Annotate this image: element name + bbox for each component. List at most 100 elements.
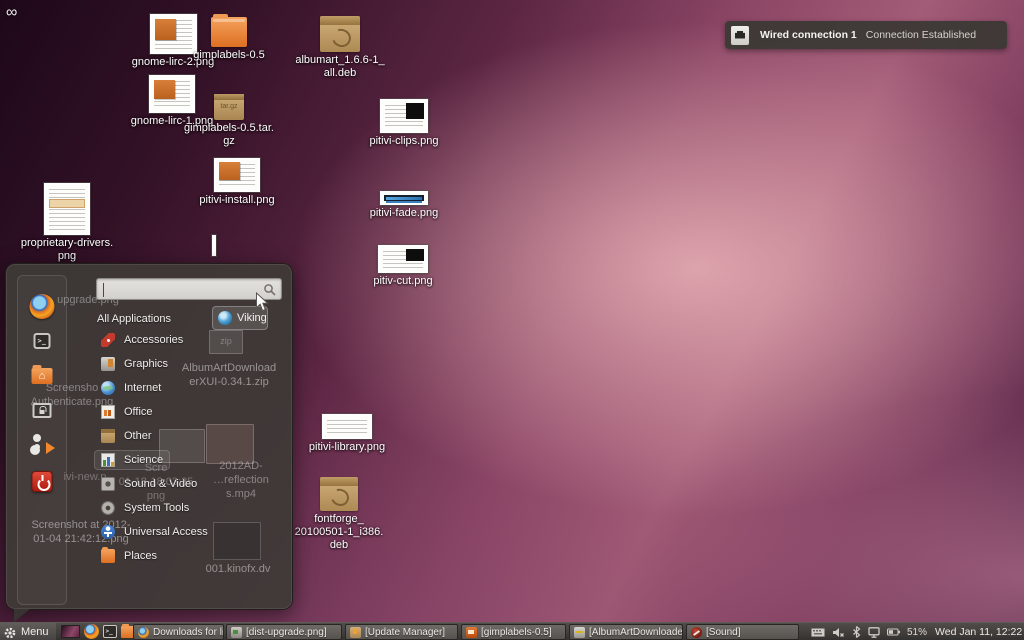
- clock[interactable]: Wed Jan 11, 12:22: [935, 626, 1022, 638]
- image-thumbnail-icon: [322, 414, 372, 439]
- menu-category-internet[interactable]: Internet: [94, 378, 168, 398]
- firefox-launcher[interactable]: [84, 624, 99, 639]
- image-thumbnail-icon: [380, 99, 428, 133]
- menu-category-places[interactable]: Places: [94, 546, 164, 566]
- favorites-column: [17, 275, 67, 605]
- desktop-icon-gimplabels-folder[interactable]: gimplabels-0.5: [179, 17, 279, 62]
- menu-pointer-tail: [14, 609, 30, 622]
- menu-category-science[interactable]: Science: [94, 450, 170, 470]
- terminal-launcher[interactable]: [103, 625, 117, 638]
- desktop-icon-label: gimplabels-0.5.tar. gz: [179, 122, 279, 148]
- battery-icon[interactable]: [887, 628, 900, 636]
- menu-category-other[interactable]: Other: [94, 426, 159, 446]
- network-notification[interactable]: Wired connection 1 Connection Establishe…: [725, 21, 1007, 49]
- viking-globe-icon: [218, 311, 232, 325]
- menu-button[interactable]: Menu: [0, 623, 56, 640]
- desktop-icon-albumart-deb[interactable]: albumart_1.6.6-1_ all.deb: [290, 16, 390, 80]
- desktop-icon-label: proprietary-drivers. png: [17, 237, 117, 263]
- desktop: ∞ gnome-lirc-2.png gimplabels-0.5 albuma…: [0, 0, 1024, 640]
- window-button-dist-upgrade[interactable]: [dist-upgrade.png]: [226, 624, 342, 640]
- taskbar: Menu Downloads for linuxmin... [dist-upg…: [0, 622, 1024, 640]
- notification-title: Wired connection 1: [760, 29, 857, 41]
- display-icon[interactable]: [868, 627, 880, 638]
- desktop-icon-label: pitivi-clips.png: [354, 135, 454, 148]
- menu-category-accessories[interactable]: Accessories: [94, 330, 190, 350]
- document-thumbnail-icon: [44, 183, 90, 235]
- menu-category-office[interactable]: Office: [94, 402, 160, 422]
- menu-gear-icon: [4, 626, 16, 638]
- ethernet-icon: [731, 26, 749, 45]
- accessories-icon: [101, 333, 115, 347]
- logout-icon[interactable]: [29, 434, 55, 455]
- window-button-gimplabels[interactable]: [gimplabels-0.5]: [461, 624, 566, 640]
- system-tray: 51% Wed Jan 11, 12:22 1 2: [811, 623, 1024, 640]
- office-icon: [101, 405, 115, 419]
- desktop-icon-label: pitivi-install.png: [187, 194, 287, 207]
- window-button-albumart[interactable]: [AlbumArtDownloaderX...: [569, 624, 683, 640]
- speaker-icon: [101, 477, 115, 491]
- graphics-icon: [101, 357, 115, 371]
- firefox-icon: [138, 627, 149, 638]
- places-folder-icon: [101, 549, 115, 563]
- desktop-icon-proprietary-drivers[interactable]: proprietary-drivers. png: [17, 183, 117, 263]
- tar-badge: tar.gz: [214, 103, 244, 110]
- window-button-update-manager[interactable]: [Update Manager]: [345, 624, 458, 640]
- deb-package-icon: [320, 16, 360, 52]
- desktop-corner-glyph: ∞: [6, 4, 17, 22]
- shutdown-icon[interactable]: [32, 471, 53, 492]
- desktop-icon-label: fontforge_ 20100501-1_i386. deb: [289, 513, 389, 553]
- home-folder-icon[interactable]: [32, 368, 53, 384]
- tar-archive-icon: tar.gz: [214, 94, 244, 120]
- firefox-icon[interactable]: [30, 294, 55, 319]
- search-box: [96, 278, 282, 300]
- desktop-icon-pitivi-install[interactable]: pitivi-install.png: [187, 158, 287, 207]
- desktop-icon-pitivi-library[interactable]: pitivi-library.png: [297, 414, 397, 454]
- desktop-icon-gimplabels-tar[interactable]: tar.gz gimplabels-0.5.tar. gz: [179, 94, 279, 148]
- lock-screen-icon[interactable]: [33, 403, 52, 418]
- image-viewer-icon: [231, 627, 242, 638]
- desktop-icon-pitivi-clips[interactable]: pitivi-clips.png: [354, 99, 454, 148]
- featured-app-viking[interactable]: Viking: [212, 306, 268, 330]
- featured-app-label: Viking: [237, 312, 267, 324]
- desktop-icon-pitivi-fade[interactable]: pitivi-fade.png: [354, 187, 454, 220]
- battery-percent: 51%: [907, 627, 927, 638]
- search-icon: [263, 283, 276, 301]
- window-button-downloads[interactable]: Downloads for linuxmin...: [133, 624, 224, 640]
- folder-icon: [211, 17, 247, 47]
- application-menu: upgrade.png Screensho Authenticate.png z…: [5, 263, 293, 610]
- image-thumbnail-icon: [214, 158, 260, 192]
- deb-package-icon: [320, 477, 358, 511]
- desktop-icon-label: pitivi-fade.png: [354, 207, 454, 220]
- desktop-icon-pitiv-cut[interactable]: pitiv-cut.png: [353, 245, 453, 288]
- update-manager-icon: [350, 627, 361, 638]
- menu-category-graphics[interactable]: Graphics: [94, 354, 175, 374]
- other-icon: [101, 429, 115, 443]
- menu-category-system-tools[interactable]: System Tools: [94, 498, 196, 518]
- terminal-icon[interactable]: [34, 333, 51, 349]
- menu-button-label: Menu: [21, 626, 49, 638]
- desktop-icon-label: gimplabels-0.5: [179, 49, 279, 62]
- desktop-icon-label: pitivi-library.png: [297, 441, 397, 454]
- gear-icon: [101, 501, 115, 515]
- all-applications-label[interactable]: All Applications: [97, 313, 171, 325]
- window-button-sound[interactable]: [Sound]: [686, 624, 799, 640]
- show-desktop-button[interactable]: [61, 625, 80, 638]
- desktop-icon-fontforge-deb[interactable]: fontforge_ 20100501-1_i386. deb: [289, 477, 389, 553]
- menu-category-universal-access[interactable]: Universal Access: [94, 522, 215, 542]
- search-input[interactable]: [103, 280, 258, 298]
- menu-category-sound-video[interactable]: Sound & Video: [94, 474, 204, 494]
- sound-recorder-icon: [691, 627, 702, 638]
- science-chart-icon: [101, 453, 115, 467]
- text-caret: [103, 283, 104, 297]
- keyboard-layout-icon[interactable]: [811, 628, 825, 637]
- desktop-icon-label: pitiv-cut.png: [353, 275, 453, 288]
- bluetooth-icon[interactable]: [852, 626, 861, 638]
- album-art-icon: [574, 627, 585, 638]
- internet-globe-icon: [101, 381, 115, 395]
- image-thumbnail-icon: [378, 245, 428, 273]
- desktop-icon-partially-covered[interactable]: [212, 235, 216, 256]
- volume-muted-icon[interactable]: [832, 627, 845, 638]
- image-folder-icon: [466, 627, 477, 638]
- notification-message: Connection Established: [866, 29, 976, 41]
- desktop-icon-label: albumart_1.6.6-1_ all.deb: [290, 54, 390, 80]
